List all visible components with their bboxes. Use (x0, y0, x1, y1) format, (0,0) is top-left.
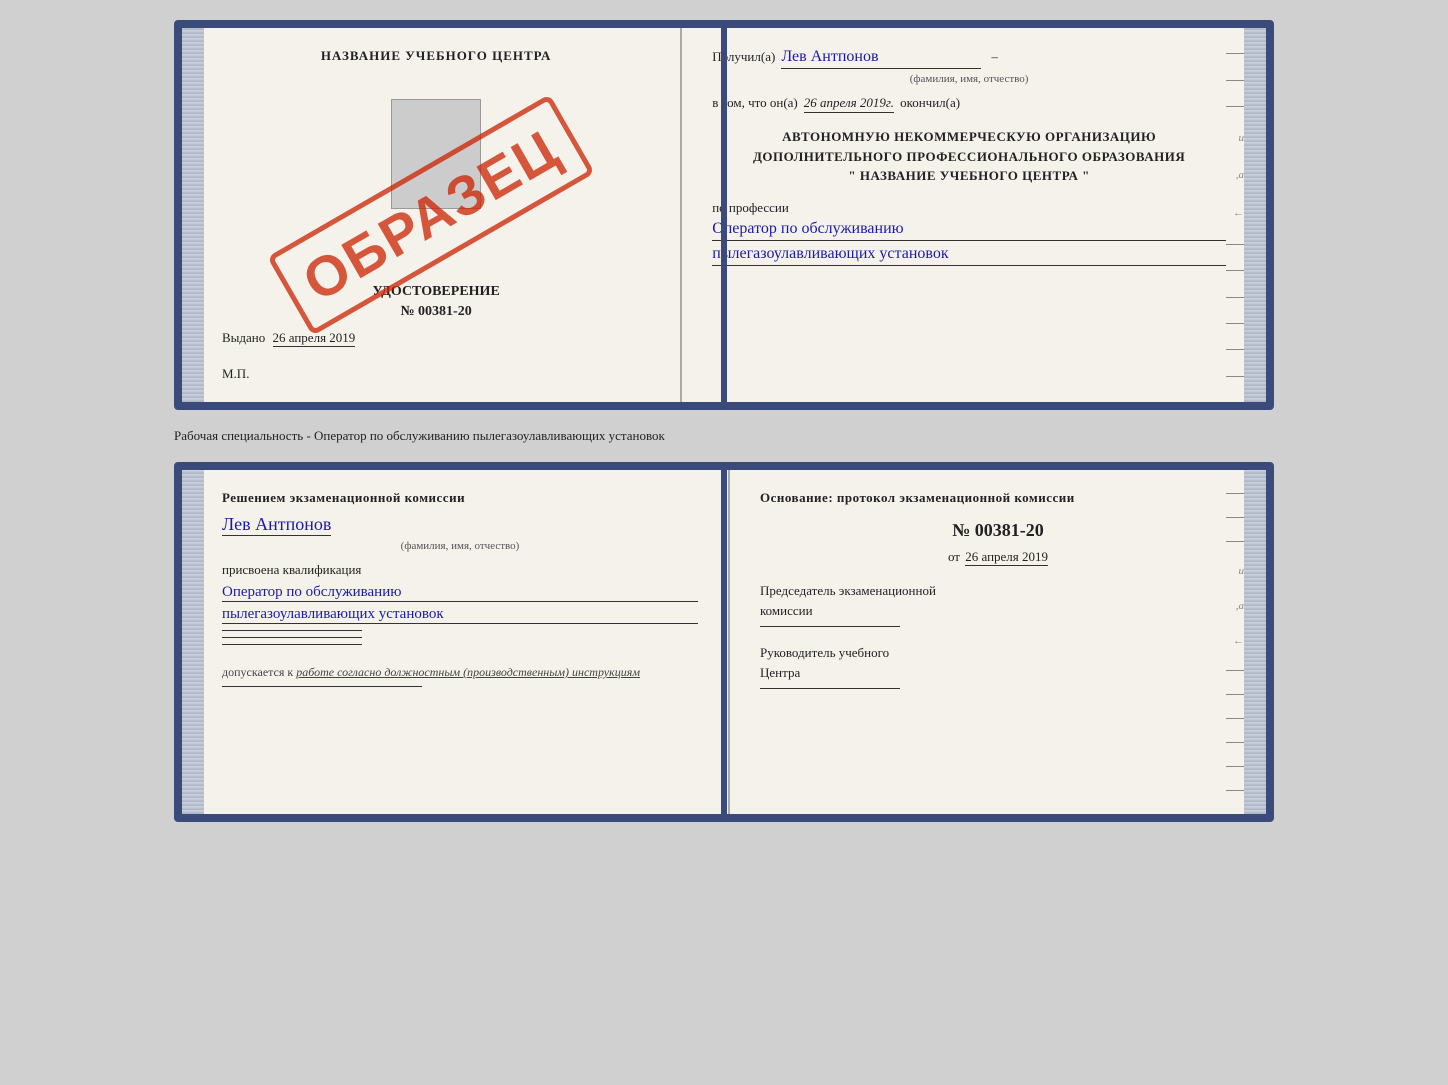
document-container: НАЗВАНИЕ УЧЕБНОГО ЦЕНТРА ОБРАЗЕЦ УДОСТОВ… (20, 20, 1428, 822)
certificate-bottom-book: Решением экзаменационной комиссии Лев Ан… (174, 462, 1274, 822)
spine-texture-left (182, 28, 204, 402)
spine-texture-bottom-right (1244, 470, 1266, 814)
dopuskaetsya-block: допускается к работе согласно должностны… (222, 665, 698, 680)
deco-dash-4 (1226, 244, 1244, 245)
v-tom-label: в том, что он(а) (712, 95, 798, 111)
ot-date-val: 26 апреля 2019 (965, 549, 1048, 566)
deco-letter-ba: ,а (1236, 600, 1244, 612)
ot-date: от 26 апреля 2019 (760, 549, 1236, 565)
sign-line-2 (222, 637, 362, 638)
certificate-top-book: НАЗВАНИЕ УЧЕБНОГО ЦЕНТРА ОБРАЗЕЦ УДОСТОВ… (174, 20, 1274, 410)
deco-dash-b3 (1226, 541, 1244, 542)
cert-number: № 00381-20 (222, 304, 650, 320)
ruk-sign-line (760, 688, 900, 689)
photo-placeholder (391, 99, 481, 209)
deco-dash-b7 (1226, 742, 1244, 743)
predsed-line1: Председатель экзаменационной (760, 581, 1236, 601)
deco-dash-8 (1226, 349, 1244, 350)
kval-line1: Оператор по обслуживанию (222, 584, 698, 602)
predsed-block: Председатель экзаменационной комиссии (760, 581, 1236, 620)
predsed-sign-line (760, 626, 900, 627)
prisvoena-label: присвоена квалификация (222, 562, 698, 578)
cert-top-right-page: Получил(а) Лев Антпонов – (фамилия, имя,… (682, 28, 1266, 402)
sign-line-4 (222, 686, 422, 687)
deco-dash-1 (1226, 53, 1244, 54)
prof-line1: Оператор по обслуживанию (712, 220, 1226, 241)
deco-letter-arrow: ← (1233, 207, 1244, 219)
po-professii-label: по профессии (712, 200, 1226, 216)
predsed-line2: комиссии (760, 601, 1236, 621)
kval-line2: пылегазоулавливающих установок (222, 606, 698, 624)
middle-text: Рабочая специальность - Оператор по обсл… (174, 422, 1274, 450)
deco-letter-a: ,а (1236, 169, 1244, 181)
bottom-number: № 00381-20 (760, 520, 1236, 541)
spine-texture-bottom-left (182, 470, 204, 814)
cert-bottom-right-page: Основание: протокол экзаменационной коми… (730, 470, 1266, 814)
org-line1: АВТОНОМНУЮ НЕКОММЕРЧЕСКУЮ ОРГАНИЗАЦИЮ (712, 127, 1226, 147)
udost-label: УДОСТОВЕРЕНИЕ (222, 284, 650, 300)
cert-top-left-page: НАЗВАНИЕ УЧЕБНОГО ЦЕНТРА ОБРАЗЕЦ УДОСТОВ… (182, 28, 682, 402)
v-tom-date: 26 апреля 2019г. (804, 95, 894, 113)
fio-subtitle-top: (фамилия, имя, отчество) (712, 73, 1226, 85)
resheniem-text: Решением экзаменационной комиссии (222, 490, 698, 506)
cert-bottom-left-page: Решением экзаменационной комиссии Лев Ан… (182, 470, 730, 814)
okonchil-label: окончил(а) (900, 95, 960, 111)
vydano-label: Выдано (222, 330, 265, 345)
prof-line2: пылегазоулавливающих установок (712, 245, 1226, 266)
deco-dash-b8 (1226, 766, 1244, 767)
ot-label: от (948, 549, 960, 564)
deco-dash-b6 (1226, 718, 1244, 719)
deco-dash-b5 (1226, 694, 1244, 695)
dopusk-label: допускается к (222, 665, 293, 679)
dopusk-val: работе согласно должностным (производств… (296, 665, 640, 679)
spine-texture-right (1244, 28, 1266, 402)
poluchil-line: Получил(а) Лев Антпонов – (712, 48, 1226, 69)
v-tom-line: в том, что он(а) 26 апреля 2019г. окончи… (712, 95, 1226, 113)
poluchil-name: Лев Антпонов (781, 48, 981, 69)
ruk-line1: Руководитель учебного (760, 643, 1236, 663)
issued-line: Выдано 26 апреля 2019 (222, 330, 650, 346)
deco-dash-5 (1226, 270, 1244, 271)
org-line3: " НАЗВАНИЕ УЧЕБНОГО ЦЕНТРА " (712, 166, 1226, 186)
deco-dash-2 (1226, 80, 1244, 81)
cert-top-title: НАЗВАНИЕ УЧЕБНОГО ЦЕНТРА (222, 48, 650, 64)
poluchil-label: Получил(а) (712, 49, 775, 65)
org-block: АВТОНОМНУЮ НЕКОММЕРЧЕСКУЮ ОРГАНИЗАЦИЮ ДО… (712, 127, 1226, 186)
mp-line: М.П. (222, 366, 650, 382)
vydano-date: 26 апреля 2019 (273, 330, 356, 347)
deco-dash-7 (1226, 323, 1244, 324)
fio-subtitle-bottom: (фамилия, имя, отчество) (222, 540, 698, 552)
deco-dash-9 (1226, 376, 1244, 377)
deco-dash-b9 (1226, 790, 1244, 791)
deco-dash-b2 (1226, 517, 1244, 518)
deco-dash-3 (1226, 106, 1244, 107)
ruk-block: Руководитель учебного Центра (760, 643, 1236, 682)
bottom-person-name: Лев Антпонов (222, 514, 331, 536)
deco-dash-6 (1226, 297, 1244, 298)
deco-lines-right: и ,а ← (1226, 28, 1244, 402)
sign-line-3 (222, 644, 362, 645)
poluchil-dash: – (991, 49, 998, 65)
ruk-line2: Центра (760, 663, 1236, 683)
osnov-text: Основание: протокол экзаменационной коми… (760, 490, 1236, 506)
org-line2: ДОПОЛНИТЕЛЬНОГО ПРОФЕССИОНАЛЬНОГО ОБРАЗО… (712, 147, 1226, 167)
sign-line-1 (222, 630, 362, 631)
